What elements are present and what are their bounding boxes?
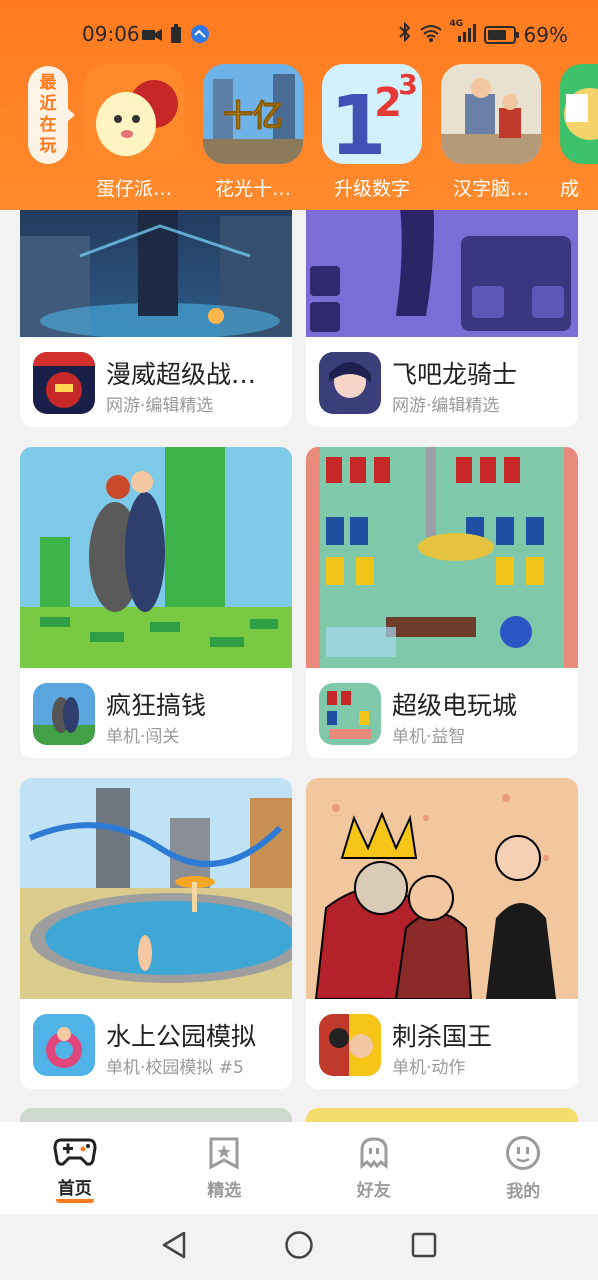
game-title: 疯狂搞钱 [106,691,207,720]
status-time: 09:06 [82,22,140,46]
recent-game-item[interactable]: 蛋仔派… [84,64,184,201]
recent-game-item[interactable]: 成 [560,64,598,201]
nav-label-profile: 我的 [506,1181,541,1202]
spend-billion-icon[interactable]: 十亿 [203,64,303,164]
battery-icon [483,25,519,44]
upgrade-number-icon[interactable]: 123 [322,64,422,164]
svg-text:3: 3 [398,68,417,101]
recent-game-name: 升级数字 [333,178,410,200]
marvel-icon [33,352,95,414]
game-card[interactable]: 超级电玩城 单机·益智 [306,447,578,758]
game-screenshot [306,778,578,999]
status-bar: 09:06 4G 69% [0,0,598,70]
tab-friends[interactable]: 好友 [299,1122,449,1214]
game-card[interactable]: 刺杀国王 单机·动作 [306,778,578,1089]
status-right-icons: 4G 69% [398,19,568,47]
recent-games-row[interactable]: 蛋仔派… 十亿 花光十… 123 升级数字 汉字脑… 成 [84,64,598,201]
recents-square-icon[interactable] [410,1231,438,1263]
svg-text:十亿: 十亿 [223,99,283,134]
eggy-party-icon[interactable] [84,64,184,164]
tab-profile[interactable]: 我的 [449,1122,598,1214]
game-subtitle: 网游·编辑精选 [392,396,500,416]
tab-featured[interactable]: 精选 [150,1122,300,1214]
battery-percent: 69% [523,22,568,47]
cellular-signal-icon: 4G [450,19,476,47]
dragon-knight-icon [319,352,381,414]
game-card[interactable]: 水上公园模拟 单机·校园模拟 #5 [20,778,292,1089]
game-title: 刺杀国王 [392,1022,493,1051]
recently-played-label: 最 近 在 玩 [28,66,75,164]
header: 09:06 4G 69% 最 近 在 玩 蛋仔派… 十亿 花光十… 1 2 3 … [0,0,598,210]
game-title: 水上公园模拟 [106,1022,257,1051]
back-icon[interactable] [160,1230,188,1264]
game-card[interactable]: 漫威超级战… 网游·编辑精选 [20,210,292,427]
crazy-money-icon [33,683,95,745]
game-screenshot [306,447,578,668]
recent-game-name: 汉字脑… [452,178,529,200]
game-subtitle: 单机·校园模拟 #5 [106,1058,244,1078]
app-root: 漫威超级战… 网游·编辑精选 飞吧龙骑士 网游·编辑精选 疯狂搞钱 单机·闯关 … [0,0,598,1280]
game-subtitle: 单机·闯关 [106,727,180,747]
chinese-brain-icon[interactable] [441,64,541,164]
recent-game-name: 蛋仔派… [95,178,172,200]
water-park-icon [33,1014,95,1076]
smiley-icon [505,1135,541,1175]
recent-game-name: 花光十… [214,178,291,200]
system-nav-bar [0,1214,598,1280]
nav-label-home: 首页 [55,1174,94,1203]
star-bookmark-icon [207,1136,241,1174]
nav-label-friends: 好友 [356,1180,391,1201]
network-type: 4G [449,18,464,29]
game-screenshot [20,447,292,668]
status-notification-icons [142,24,210,48]
battery-saver-icon [170,24,182,48]
game-screenshot [20,210,292,337]
recent-game-item[interactable]: 十亿 花光十… [203,64,303,201]
tab-home[interactable]: 首页 [0,1122,150,1214]
video-camera-icon [142,27,162,46]
game-card[interactable]: 疯狂搞钱 单机·闯关 [20,447,292,758]
game-title: 飞吧龙骑士 [392,360,518,389]
game-feed[interactable]: 漫威超级战… 网游·编辑精选 飞吧龙骑士 网游·编辑精选 疯狂搞钱 单机·闯关 … [0,210,598,1122]
wifi-icon [419,23,442,47]
bottom-nav: 首页 精选 好友 我的 [0,1122,598,1214]
ghost-icon [357,1136,391,1174]
nav-label-featured: 精选 [207,1180,242,1201]
arcade-icon [319,683,381,745]
assassinate-king-icon [319,1014,381,1076]
game-screenshot [20,778,292,999]
game-screenshot [306,210,578,337]
game-subtitle: 单机·动作 [392,1058,466,1078]
game-card-partial[interactable] [20,1108,292,1122]
bluetooth-icon [398,21,412,47]
game-card-partial[interactable] [306,1108,578,1122]
recent-game-name: 成 [560,178,580,200]
game-card[interactable]: 飞吧龙骑士 网游·编辑精选 [306,210,578,427]
game-subtitle: 网游·编辑精选 [106,396,214,416]
recent-game-item[interactable]: 123 升级数字 [322,64,422,201]
gamepad-icon [53,1134,97,1172]
recent-game-item[interactable]: 汉字脑… [441,64,541,201]
home-circle-icon[interactable] [284,1230,314,1264]
partial-game-icon[interactable] [560,64,598,164]
game-title: 超级电玩城 [392,691,518,720]
game-title: 漫威超级战… [106,360,257,389]
game-subtitle: 单机·益智 [392,727,466,747]
app-notification-icon [190,24,210,48]
